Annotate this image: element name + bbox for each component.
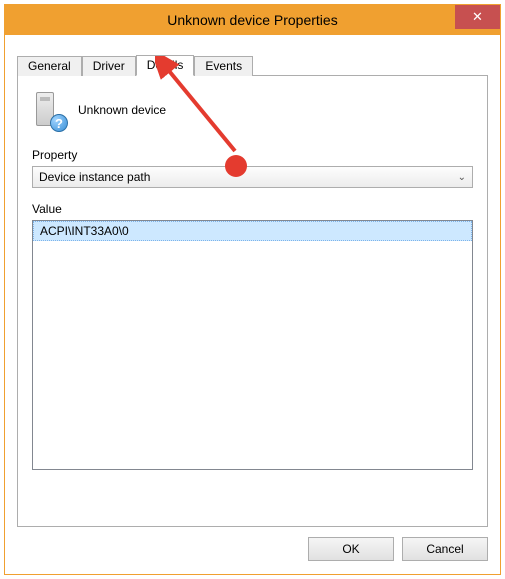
tab-driver[interactable]: Driver (82, 56, 136, 76)
property-dropdown[interactable]: Device instance path ⌄ (32, 166, 473, 188)
device-header: ? Unknown device (32, 90, 473, 130)
properties-window: Unknown device Properties ✕ General Driv… (4, 4, 501, 575)
property-selected-value: Device instance path (39, 170, 150, 184)
property-label: Property (32, 148, 473, 162)
titlebar[interactable]: Unknown device Properties ✕ (5, 5, 500, 35)
tab-general[interactable]: General (17, 56, 82, 76)
client-area: General Driver Details Events ? Unknown … (5, 35, 500, 574)
value-listbox[interactable]: ACPI\INT33A0\0 (32, 220, 473, 470)
tab-events[interactable]: Events (194, 56, 253, 76)
device-icon: ? (32, 90, 66, 130)
question-mark-overlay-icon: ? (50, 114, 68, 132)
close-icon: ✕ (472, 9, 483, 25)
dialog-button-row: OK Cancel (11, 537, 488, 561)
tab-panel-details: ? Unknown device Property Device instanc… (17, 75, 488, 527)
cancel-button[interactable]: Cancel (402, 537, 488, 561)
tab-strip: General Driver Details Events (17, 53, 494, 75)
ok-button[interactable]: OK (308, 537, 394, 561)
value-label: Value (32, 202, 473, 216)
window-title: Unknown device Properties (167, 12, 337, 28)
chevron-down-icon: ⌄ (458, 172, 466, 183)
close-button[interactable]: ✕ (455, 5, 500, 29)
device-name-label: Unknown device (78, 103, 166, 117)
tab-details[interactable]: Details (136, 55, 195, 76)
list-item[interactable]: ACPI\INT33A0\0 (33, 221, 472, 241)
